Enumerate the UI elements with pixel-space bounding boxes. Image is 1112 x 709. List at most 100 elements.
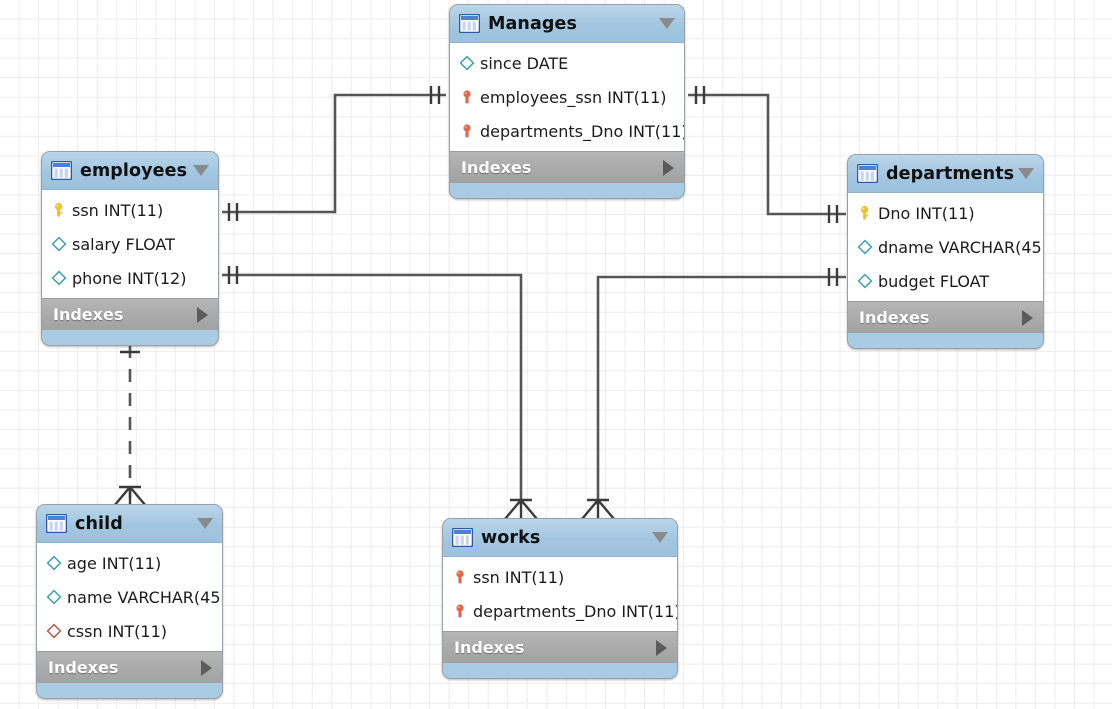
pk-key-icon [51, 202, 67, 218]
crowfoot-many-works-dno [581, 498, 615, 520]
connector-employees-manages [222, 93, 446, 214]
indexes-bar[interactable]: Indexes [443, 631, 677, 663]
diamond-teal-icon [857, 239, 873, 255]
column-row[interactable]: salary FLOAT [42, 227, 218, 261]
indexes-bar[interactable]: Indexes [42, 298, 218, 330]
crowfoot-many-works-ssn [504, 498, 538, 520]
column-row[interactable]: ssn INT(11) [42, 193, 218, 227]
column-row[interactable]: departments_Dno INT(11) [450, 114, 684, 148]
column-label: Dno INT(11) [878, 203, 975, 223]
column-label: age INT(11) [67, 553, 162, 573]
table-node-employees[interactable]: employees ssn INT(11) salary FLOAT phone… [41, 151, 219, 346]
chevron-right-icon[interactable] [663, 159, 674, 176]
chevron-right-icon[interactable] [656, 639, 667, 656]
indexes-bar[interactable]: Indexes [848, 301, 1043, 333]
table-header-employees[interactable]: employees [42, 152, 218, 190]
eer-diagram-canvas[interactable]: Manages since DATE employees_ssn INT(11)… [0, 0, 1112, 709]
column-label: since DATE [480, 53, 569, 73]
fk-pin-icon [452, 569, 468, 585]
chevron-down-icon[interactable] [193, 165, 209, 176]
table-columns-child: age INT(11) name VARCHAR(45) cssn INT(11… [37, 543, 222, 651]
table-columns-manages: since DATE employees_ssn INT(11) departm… [450, 43, 684, 151]
table-node-manages[interactable]: Manages since DATE employees_ssn INT(11)… [449, 4, 685, 199]
column-row[interactable]: employees_ssn INT(11) [450, 80, 684, 114]
chevron-right-icon[interactable] [1022, 309, 1033, 326]
crowfoot-one-manages-right [694, 86, 706, 104]
chevron-down-icon[interactable] [1018, 168, 1034, 179]
chevron-right-icon[interactable] [197, 306, 208, 323]
table-columns-employees: ssn INT(11) salary FLOAT phone INT(12) [42, 190, 218, 298]
column-row[interactable]: since DATE [450, 46, 684, 80]
connector-manages-departments [688, 93, 846, 216]
indexes-label: Indexes [859, 308, 930, 327]
indexes-label: Indexes [454, 638, 525, 657]
table-columns-works: ssn INT(11) departments_Dno INT(11) [443, 557, 677, 631]
chevron-down-icon[interactable] [659, 18, 675, 29]
column-row[interactable]: cssn INT(11) [37, 614, 222, 648]
column-row[interactable]: name VARCHAR(45) [37, 580, 222, 614]
column-row[interactable]: dname VARCHAR(45) [848, 230, 1043, 264]
table-columns-departments: Dno INT(11) dname VARCHAR(45) budget FLO… [848, 193, 1043, 301]
table-footer [37, 683, 222, 698]
fk-pin-icon [452, 603, 468, 619]
table-footer [42, 330, 218, 345]
column-label: salary FLOAT [72, 234, 175, 254]
diamond-red-icon [46, 623, 62, 639]
connector-employees-works [222, 273, 523, 505]
column-row[interactable]: phone INT(12) [42, 261, 218, 295]
column-label: name VARCHAR(45) [67, 587, 223, 607]
column-row[interactable]: budget FLOAT [848, 264, 1043, 298]
table-header-manages[interactable]: Manages [450, 5, 684, 43]
fk-pin-icon [459, 89, 475, 105]
column-label: ssn INT(11) [473, 567, 565, 587]
chevron-down-icon[interactable] [652, 532, 668, 543]
table-icon [459, 14, 480, 33]
diamond-teal-icon [51, 236, 67, 252]
indexes-label: Indexes [461, 158, 532, 177]
diamond-teal-icon [51, 270, 67, 286]
diamond-teal-icon [46, 589, 62, 605]
crowfoot-one-departments-budget [827, 268, 839, 286]
table-node-departments[interactable]: departments Dno INT(11) dname VARCHAR(45… [847, 154, 1044, 349]
column-label: budget FLOAT [878, 271, 990, 291]
column-label: departments_Dno INT(11) [473, 601, 678, 621]
table-title-child: child [75, 513, 123, 534]
diamond-teal-icon [459, 55, 475, 71]
pk-key-icon [857, 205, 873, 221]
table-title-departments: departments [886, 163, 1014, 184]
connector-departments-works [596, 275, 846, 505]
indexes-bar[interactable]: Indexes [37, 651, 222, 683]
table-icon [51, 161, 72, 180]
column-row[interactable]: age INT(11) [37, 546, 222, 580]
column-row[interactable]: Dno INT(11) [848, 196, 1043, 230]
column-label: departments_Dno INT(11) [480, 121, 685, 141]
table-header-child[interactable]: child [37, 505, 222, 543]
table-footer [443, 663, 677, 678]
crowfoot-one-employees-phone [227, 266, 239, 284]
table-node-child[interactable]: child age INT(11) name VARCHAR(45) cssn … [36, 504, 223, 699]
column-label: dname VARCHAR(45) [878, 237, 1044, 257]
crowfoot-one-departments-dno [827, 205, 839, 223]
chevron-down-icon[interactable] [197, 518, 213, 529]
table-icon [452, 528, 473, 547]
table-footer [450, 183, 684, 198]
chevron-right-icon[interactable] [201, 659, 212, 676]
indexes-bar[interactable]: Indexes [450, 151, 684, 183]
column-row[interactable]: departments_Dno INT(11) [443, 594, 677, 628]
table-node-works[interactable]: works ssn INT(11) departments_Dno INT(11… [442, 518, 678, 679]
table-header-departments[interactable]: departments [848, 155, 1043, 193]
crowfoot-one-manages-left [429, 86, 441, 104]
column-label: employees_ssn INT(11) [480, 87, 667, 107]
table-title-employees: employees [80, 160, 188, 181]
fk-pin-icon [459, 123, 475, 139]
indexes-label: Indexes [48, 658, 119, 677]
crowfoot-one-employees-ssn [227, 203, 239, 221]
indexes-label: Indexes [53, 305, 124, 324]
column-row[interactable]: ssn INT(11) [443, 560, 677, 594]
column-label: cssn INT(11) [67, 621, 167, 641]
column-label: phone INT(12) [72, 268, 187, 288]
table-footer [848, 333, 1043, 348]
diamond-teal-icon [46, 555, 62, 571]
column-label: ssn INT(11) [72, 200, 164, 220]
table-header-works[interactable]: works [443, 519, 677, 557]
